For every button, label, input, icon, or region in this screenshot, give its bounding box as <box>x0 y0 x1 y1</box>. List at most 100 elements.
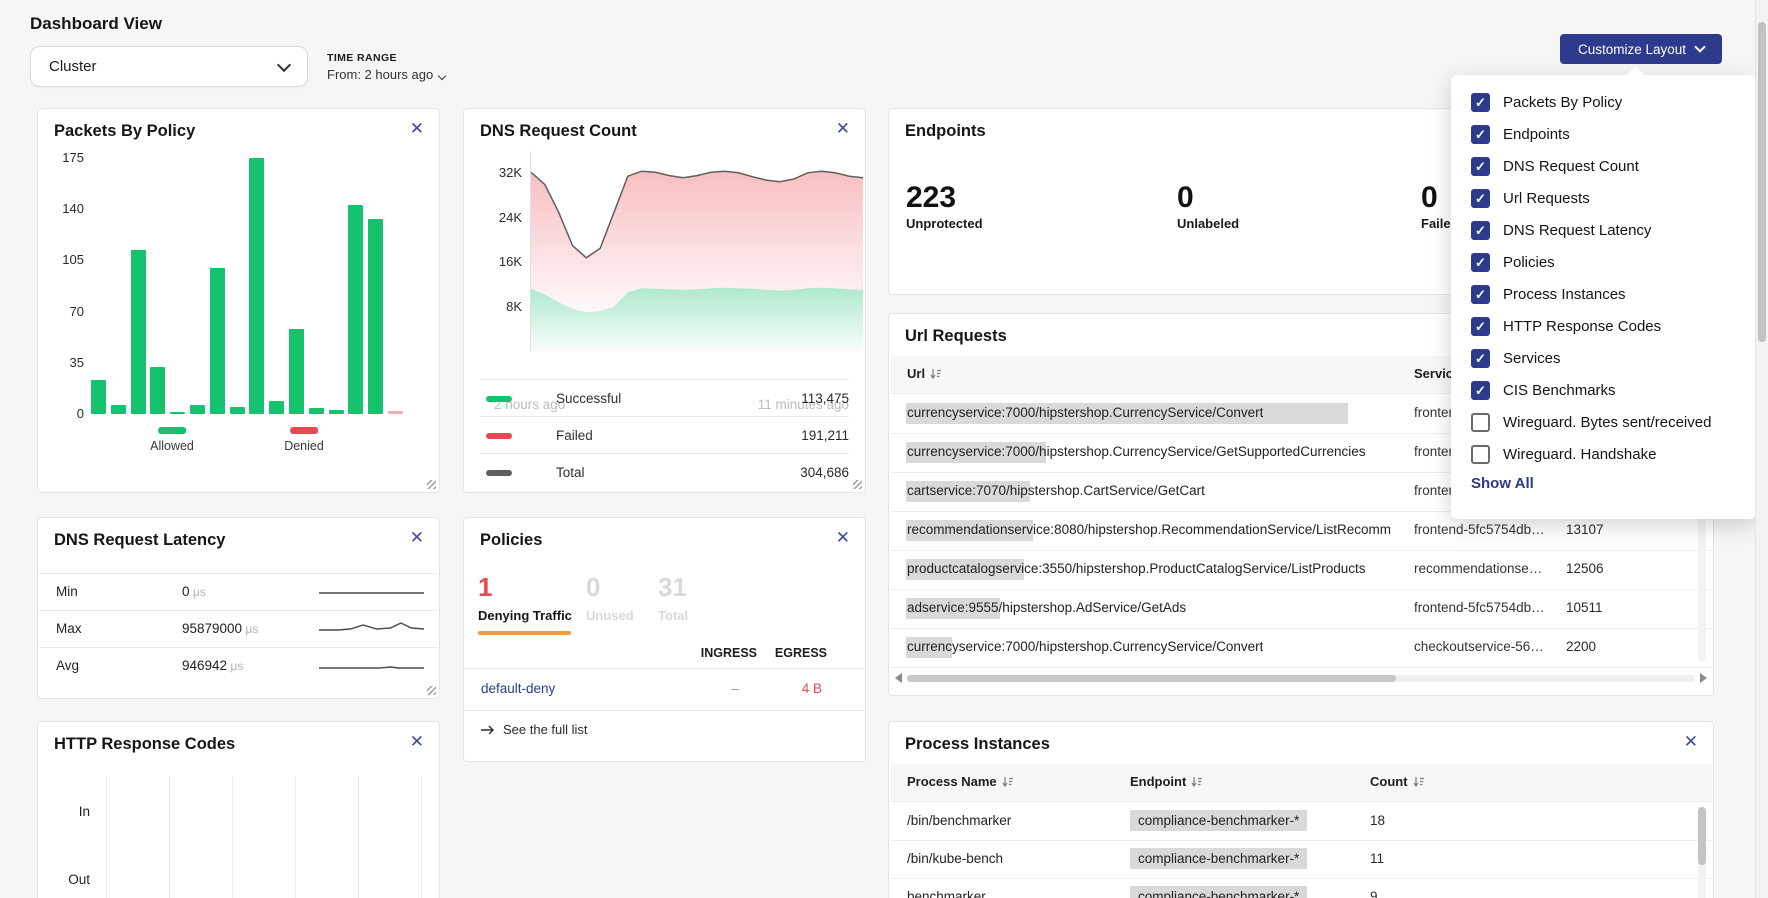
menu-item-http-response-codes[interactable]: HTTP Response Codes <box>1471 315 1736 337</box>
process-name-cell: benchmarker <box>907 889 986 898</box>
tab-total[interactable]: 31Total <box>658 574 688 623</box>
latency-label: Avg <box>56 658 79 673</box>
menu-item-process-instances[interactable]: Process Instances <box>1471 283 1736 305</box>
tab-value: 0 <box>586 574 634 600</box>
legend-label: Allowed <box>150 439 194 453</box>
horizontal-scrollbar[interactable] <box>895 671 1707 685</box>
sort-icon <box>1413 776 1425 788</box>
menu-item-url-requests[interactable]: Url Requests <box>1471 187 1736 209</box>
checkbox-checked-icon[interactable] <box>1471 285 1490 304</box>
sparkline-chart <box>319 656 424 683</box>
tab-label: Total <box>658 608 688 623</box>
chevron-down-icon <box>438 72 446 80</box>
policy-name-link[interactable]: default-deny <box>481 681 555 696</box>
url-cell: cartservice:7070/hipstershop.CartService… <box>907 483 1205 498</box>
close-icon[interactable]: ✕ <box>410 120 424 137</box>
column-header-ingress: INGRESS <box>701 646 757 660</box>
checkbox-checked-icon[interactable] <box>1471 157 1490 176</box>
menu-item-services[interactable]: Services <box>1471 347 1736 369</box>
bar <box>111 405 126 414</box>
card-title: Url Requests <box>905 327 1007 346</box>
checkbox-checked-icon[interactable] <box>1471 317 1490 336</box>
menu-item-dns-request-count[interactable]: DNS Request Count <box>1471 155 1736 177</box>
resize-handle[interactable] <box>427 686 436 695</box>
customize-layout-button[interactable]: Customize Layout <box>1560 34 1722 64</box>
checkbox-checked-icon[interactable] <box>1471 349 1490 368</box>
close-icon[interactable]: ✕ <box>836 120 850 137</box>
menu-item-label: Services <box>1503 350 1561 367</box>
y-axis-tick: 8K <box>482 299 522 314</box>
tab-unused[interactable]: 0 Unused <box>586 574 634 623</box>
checkbox-checked-icon[interactable] <box>1471 189 1490 208</box>
show-all-link[interactable]: Show All <box>1471 475 1736 492</box>
checkbox-unchecked-icon[interactable] <box>1471 445 1490 464</box>
checkbox-checked-icon[interactable] <box>1471 125 1490 144</box>
bar <box>190 405 205 414</box>
tab-denying-traffic[interactable]: 1Denying Traffic <box>478 574 572 623</box>
close-icon[interactable]: ✕ <box>1684 733 1698 750</box>
checkbox-checked-icon[interactable] <box>1471 93 1490 112</box>
table-row[interactable]: adservice:9555/hipstershop.AdService/Get… <box>890 589 1712 629</box>
column-header-url[interactable]: Url <box>907 366 942 381</box>
menu-item-packets-by-policy[interactable]: Packets By Policy <box>1471 91 1736 113</box>
menu-item-wireguard-bytes-sent-received[interactable]: Wireguard. Bytes sent/received <box>1471 411 1736 433</box>
count-cell: 18 <box>1370 813 1385 828</box>
table-row[interactable]: productcatalogservice:3550/hipstershop.P… <box>890 550 1712 590</box>
menu-item-wireguard-handshake[interactable]: Wireguard. Handshake <box>1471 443 1736 465</box>
tab-label: Unused <box>586 608 634 623</box>
card-title: HTTP Response Codes <box>54 735 235 754</box>
legend-swatch <box>158 427 186 434</box>
checkbox-checked-icon[interactable] <box>1471 381 1490 400</box>
scrollbar-thumb[interactable] <box>1758 22 1766 342</box>
latency-row-min: Min0 μs <box>39 573 438 611</box>
page-scrollbar[interactable] <box>1755 0 1768 898</box>
column-header-count[interactable]: Count <box>1370 774 1425 789</box>
time-range-value[interactable]: From: 2 hours ago <box>327 67 445 82</box>
checkbox-checked-icon[interactable] <box>1471 221 1490 240</box>
close-icon[interactable]: ✕ <box>410 529 424 546</box>
menu-item-policies[interactable]: Policies <box>1471 251 1736 273</box>
gridline <box>106 776 107 898</box>
scroll-right-icon[interactable] <box>1700 673 1707 683</box>
card-packets-by-policy: Packets By Policy ✕ 17514010570350Allowe… <box>37 108 440 493</box>
menu-item-label: DNS Request Count <box>1503 158 1639 175</box>
legend-label: Total <box>556 465 585 480</box>
column-header-process-name[interactable]: Process Name <box>907 774 1014 789</box>
sort-icon <box>930 368 942 380</box>
card-title: Policies <box>480 531 542 550</box>
resize-handle[interactable] <box>427 480 436 489</box>
vertical-scrollbar[interactable] <box>1698 807 1706 898</box>
y-axis-tick: 35 <box>46 355 84 370</box>
policy-row: default-deny – 4 B <box>465 668 864 711</box>
card-dns-request-latency: DNS Request Latency ✕ Min0 μsMax95879000… <box>37 517 440 699</box>
time-range: TIME RANGE From: 2 hours ago <box>327 52 445 82</box>
checkbox-checked-icon[interactable] <box>1471 253 1490 272</box>
gridline <box>358 776 359 898</box>
bar <box>91 380 106 414</box>
legend-value: 113,475 <box>801 391 849 406</box>
view-selector[interactable]: Cluster <box>30 46 308 87</box>
y-axis-tick: 70 <box>46 304 84 319</box>
card-policies: Policies ✕ 1Denying Traffic 0 Unused 31Tota… <box>463 517 866 762</box>
menu-item-cis-benchmarks[interactable]: CIS Benchmarks <box>1471 379 1736 401</box>
bar <box>249 158 264 414</box>
menu-item-label: Policies <box>1503 254 1555 271</box>
column-header-endpoint[interactable]: Endpoint <box>1130 774 1203 789</box>
see-full-list-link[interactable]: See the full list <box>481 722 588 737</box>
bar <box>309 408 324 414</box>
table-row[interactable]: currencyservice:7000/hipstershop.Currenc… <box>890 628 1712 668</box>
table-row[interactable]: /bin/benchmarkercompliance-benchmarker-*… <box>890 802 1712 841</box>
checkbox-unchecked-icon[interactable] <box>1471 413 1490 432</box>
bar <box>289 329 304 414</box>
menu-item-label: Process Instances <box>1503 286 1626 303</box>
count-cell: 12506 <box>1566 561 1604 576</box>
close-icon[interactable]: ✕ <box>410 733 424 750</box>
menu-item-endpoints[interactable]: Endpoints <box>1471 123 1736 145</box>
scroll-left-icon[interactable] <box>895 673 902 683</box>
table-row[interactable]: /bin/kube-benchcompliance-benchmarker-*1… <box>890 840 1712 879</box>
table-row[interactable]: benchmarkercompliance-benchmarker-*9 <box>890 878 1712 898</box>
menu-item-dns-request-latency[interactable]: DNS Request Latency <box>1471 219 1736 241</box>
close-icon[interactable]: ✕ <box>836 529 850 546</box>
chevron-down-icon <box>277 57 291 71</box>
resize-handle[interactable] <box>853 480 862 489</box>
